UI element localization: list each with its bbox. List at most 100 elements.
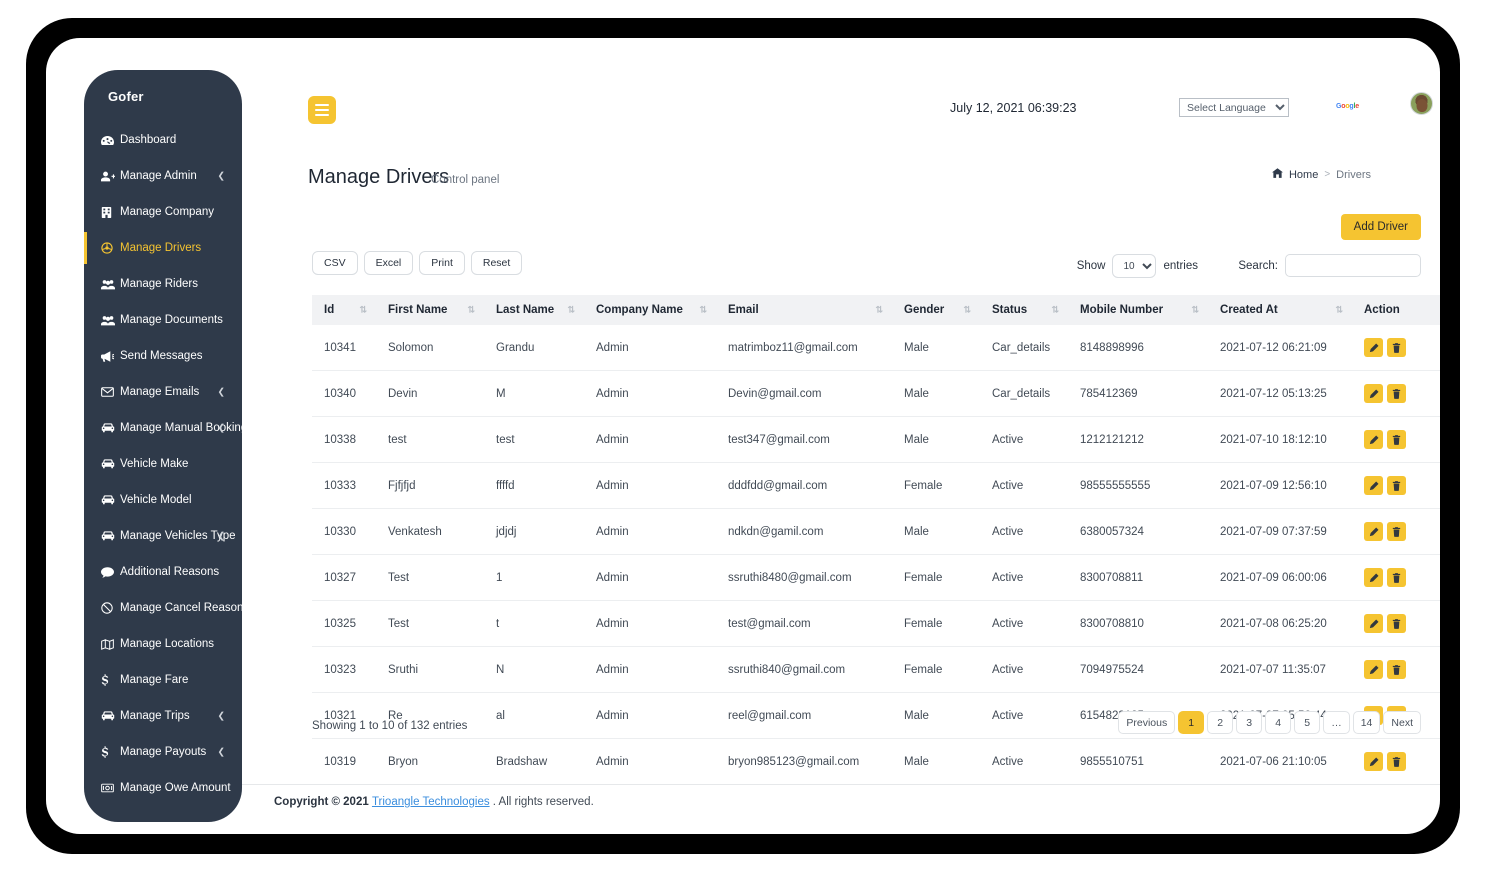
column-header-action[interactable]: Action — [1352, 295, 1440, 325]
edit-row-button[interactable] — [1364, 568, 1383, 587]
sort-toggle-icon[interactable]: ⇅ — [567, 305, 574, 316]
cell-action — [1352, 416, 1440, 463]
sidebar-item-manage-locations[interactable]: Manage Locations — [84, 626, 242, 662]
sidebar-item-vehicle-make[interactable]: Vehicle Make — [84, 446, 242, 482]
sidebar-item-label: Manage Owe Amount — [120, 782, 231, 794]
row-action-group — [1364, 430, 1440, 449]
column-header-first-name[interactable]: First Name ⇅ — [376, 295, 484, 325]
sidebar-item-manage-vehicles-type[interactable]: Manage Vehicles Type ❮ — [84, 518, 242, 554]
row-action-group — [1364, 338, 1440, 357]
pagination-1[interactable]: 1 — [1178, 711, 1205, 734]
edit-row-button[interactable] — [1364, 384, 1383, 403]
table-row: 10333 Fjfjfjd ffffd Admin dddfdd@gmail.com Fe… — [312, 462, 1440, 509]
edit-row-button[interactable] — [1364, 660, 1383, 679]
sort-toggle-icon[interactable]: ⇅ — [875, 305, 882, 316]
sidebar-item-manage-owe-amount[interactable]: Manage Owe Amount — [84, 770, 242, 806]
cell-status: Active — [980, 508, 1068, 555]
cell-email: test@gmail.com — [716, 600, 892, 647]
sidebar-item-manage-payouts[interactable]: Manage Payouts ❮ — [84, 734, 242, 770]
column-header-gender[interactable]: Gender ⇅ — [892, 295, 980, 325]
hamburger-line — [315, 114, 329, 116]
delete-row-button[interactable] — [1387, 568, 1406, 587]
sort-toggle-icon[interactable]: ⇅ — [1051, 305, 1058, 316]
dollar-icon — [101, 673, 118, 687]
excel-export-button[interactable]: Excel — [363, 251, 414, 275]
pagination-next[interactable]: Next — [1383, 711, 1421, 734]
sidebar-item-manage-fare[interactable]: Manage Fare — [84, 662, 242, 698]
column-header-email[interactable]: Email ⇅ — [716, 295, 892, 325]
car-icon — [101, 423, 118, 433]
pagination-previous[interactable]: Previous — [1118, 711, 1176, 734]
sidebar-item-manage-admin[interactable]: Manage Admin ❮ — [84, 158, 242, 194]
cell-company: Admin — [584, 462, 716, 509]
cell-id: 10327 — [312, 554, 376, 601]
column-header-last-name[interactable]: Last Name ⇅ — [484, 295, 584, 325]
column-header-status[interactable]: Status ⇅ — [980, 295, 1068, 325]
pagination-2[interactable]: 2 — [1207, 711, 1234, 734]
sidebar-item-manage-trips[interactable]: Manage Trips ❮ — [84, 698, 242, 734]
sidebar-item-manage-drivers[interactable]: Manage Drivers — [84, 230, 242, 266]
cell-action — [1352, 554, 1440, 601]
pagination-4[interactable]: 4 — [1265, 711, 1292, 734]
edit-row-button[interactable] — [1364, 338, 1383, 357]
pagination-[interactable]: … — [1323, 711, 1350, 734]
sort-toggle-icon[interactable]: ⇅ — [963, 305, 970, 316]
edit-row-button[interactable] — [1364, 522, 1383, 541]
delete-row-button[interactable] — [1387, 522, 1406, 541]
column-header-id[interactable]: Id ⇅ — [312, 295, 376, 325]
print-export-button[interactable]: Print — [419, 251, 465, 275]
delete-row-button[interactable] — [1387, 614, 1406, 633]
reset-export-button[interactable]: Reset — [470, 251, 523, 275]
sidebar-item-manage-cancel-reason[interactable]: Manage Cancel Reason — [84, 590, 242, 626]
edit-row-button[interactable] — [1364, 476, 1383, 495]
trash-can-icon — [1392, 388, 1401, 399]
user-menu[interactable]: admin — [1410, 92, 1440, 115]
cell-action — [1352, 370, 1440, 417]
copyright-link[interactable]: Trioangle Technologies — [372, 796, 490, 808]
delete-row-button[interactable] — [1387, 430, 1406, 449]
cell-created-at: 2021-07-07 11:35:07 — [1208, 646, 1352, 693]
sort-toggle-icon[interactable]: ⇅ — [467, 305, 474, 316]
sidebar-item-label: Vehicle Make — [120, 458, 189, 470]
pagination-14[interactable]: 14 — [1352, 711, 1381, 734]
menu-toggle-icon[interactable] — [308, 96, 336, 124]
delete-row-button[interactable] — [1387, 660, 1406, 679]
sidebar-item-manage-manual-booking[interactable]: Manage Manual Booking ❮ — [84, 410, 242, 446]
language-select[interactable]: Select Language — [1179, 98, 1289, 117]
column-header-company-name[interactable]: Company Name ⇅ — [584, 295, 716, 325]
pagination-5[interactable]: 5 — [1294, 711, 1321, 734]
entries-per-page-select[interactable]: 102550100 — [1112, 254, 1157, 278]
add-driver-button[interactable]: Add Driver — [1340, 214, 1421, 240]
delete-row-button[interactable] — [1387, 752, 1406, 771]
edit-row-button[interactable] — [1364, 614, 1383, 633]
pagination-3[interactable]: 3 — [1236, 711, 1263, 734]
csv-export-button[interactable]: CSV — [312, 251, 358, 275]
sidebar-item-additional-reasons[interactable]: Additional Reasons — [84, 554, 242, 590]
breadcrumb-home[interactable]: Home — [1289, 169, 1318, 181]
sidebar-item-manage-emails[interactable]: Manage Emails ❮ — [84, 374, 242, 410]
delete-row-button[interactable] — [1387, 384, 1406, 403]
brand-logo[interactable]: Gofer — [84, 70, 242, 122]
sidebar-item-dashboard[interactable]: Dashboard — [84, 122, 242, 158]
cell-status: Active — [980, 738, 1068, 785]
sidebar-item-manage-riders[interactable]: Manage Riders — [84, 266, 242, 302]
cell-mobile: 98555555555 — [1068, 462, 1208, 509]
cell-mobile: 6380057324 — [1068, 508, 1208, 555]
column-header-created-at[interactable]: Created At ⇅ — [1208, 295, 1352, 325]
delete-row-button[interactable] — [1387, 338, 1406, 357]
sort-toggle-icon[interactable]: ⇅ — [699, 305, 706, 316]
sort-toggle-icon[interactable]: ⇅ — [1191, 305, 1198, 316]
sidebar-item-vehicle-model[interactable]: Vehicle Model — [84, 482, 242, 518]
edit-row-button[interactable] — [1364, 752, 1383, 771]
search-input[interactable] — [1285, 254, 1421, 277]
sort-toggle-icon[interactable]: ⇅ — [1335, 305, 1342, 316]
delete-row-button[interactable] — [1387, 476, 1406, 495]
sidebar-item-manage-documents[interactable]: Manage Documents — [84, 302, 242, 338]
sidebar-item-manage-company[interactable]: Manage Company — [84, 194, 242, 230]
edit-row-button[interactable] — [1364, 430, 1383, 449]
column-header-mobile-number[interactable]: Mobile Number ⇅ — [1068, 295, 1208, 325]
sort-toggle-icon[interactable]: ⇅ — [359, 305, 366, 316]
sidebar-item-send-messages[interactable]: Send Messages — [84, 338, 242, 374]
column-header-label: Mobile Number — [1080, 304, 1164, 316]
cell-first-name: Test — [376, 554, 484, 601]
